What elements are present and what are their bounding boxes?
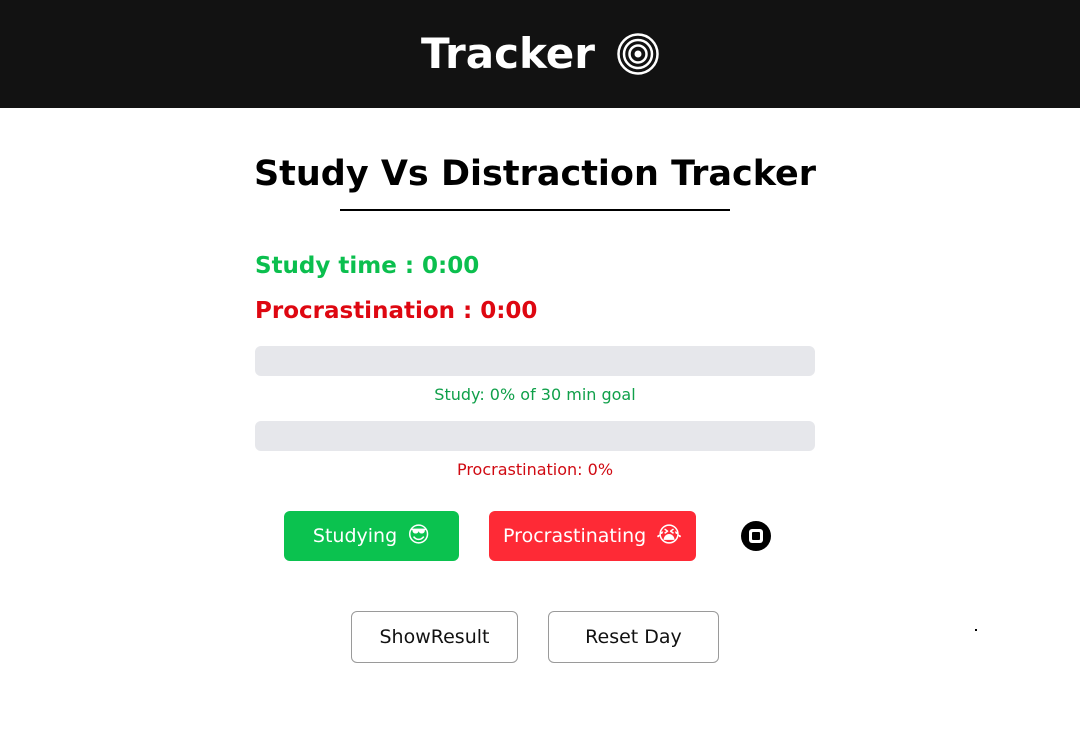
sunglasses-emoji-icon: 😎 [407, 523, 431, 548]
procrastination-progress-bar [255, 421, 815, 451]
app-title: Tracker [421, 29, 595, 78]
page-title: Study Vs Distraction Tracker [253, 154, 817, 194]
app-header: Tracker [0, 0, 1080, 108]
studying-button[interactable]: Studying 😎 [284, 511, 459, 561]
stop-icon[interactable] [741, 521, 771, 551]
stray-dot [975, 629, 977, 631]
crying-emoji-icon: 😭 [656, 523, 682, 548]
target-icon [617, 33, 659, 75]
procrastinating-button-label: Procrastinating [503, 525, 647, 547]
procrastination-progress-caption: Procrastination: 0% [456, 460, 614, 479]
study-progress-bar [255, 346, 815, 376]
studying-button-label: Studying [312, 525, 398, 547]
procrastination-time-label: Procrastination : 0:00 [255, 298, 538, 324]
study-progress-caption: Study: 0% of 30 min goal [434, 385, 636, 404]
procrastinating-button[interactable]: Procrastinating 😭 [489, 511, 696, 561]
reset-day-button[interactable]: Reset Day [548, 611, 719, 663]
title-underline [340, 209, 730, 211]
header-brand: Tracker [421, 33, 659, 75]
study-time-label: Study time : 0:00 [255, 253, 480, 279]
show-result-button[interactable]: ShowResult [351, 611, 518, 663]
